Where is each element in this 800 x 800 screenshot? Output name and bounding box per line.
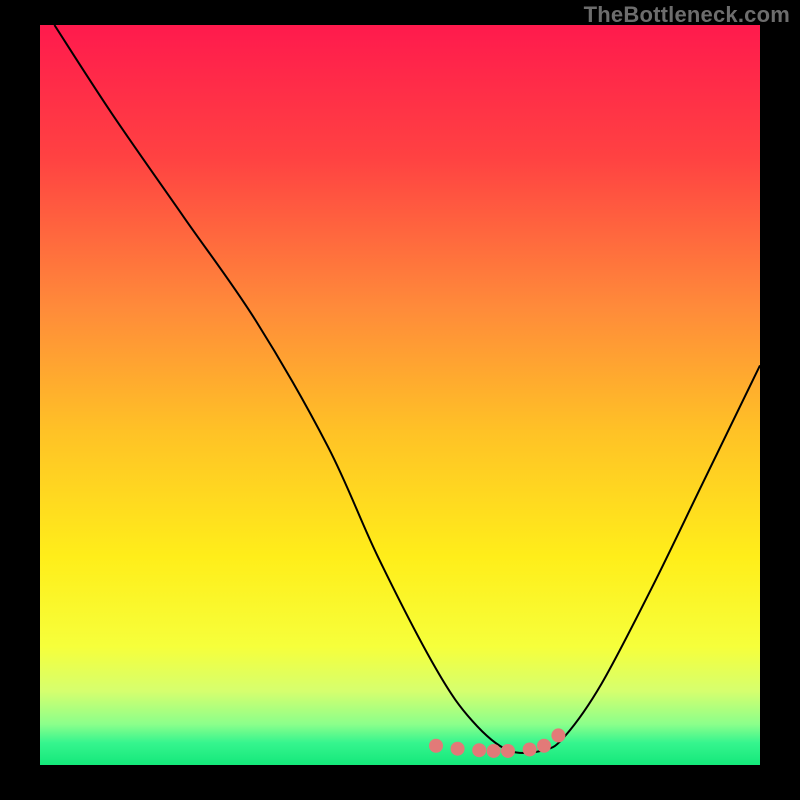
- plot-area: [40, 25, 760, 765]
- highlight-dot: [551, 728, 565, 742]
- highlight-dot: [472, 743, 486, 757]
- highlight-dot: [429, 739, 443, 753]
- highlight-dot: [501, 744, 515, 758]
- highlight-dot: [451, 742, 465, 756]
- chart-svg: [40, 25, 760, 765]
- chart-frame: TheBottleneck.com: [0, 0, 800, 800]
- highlight-dot: [487, 744, 501, 758]
- highlight-dot: [537, 739, 551, 753]
- highlight-dot: [523, 742, 537, 756]
